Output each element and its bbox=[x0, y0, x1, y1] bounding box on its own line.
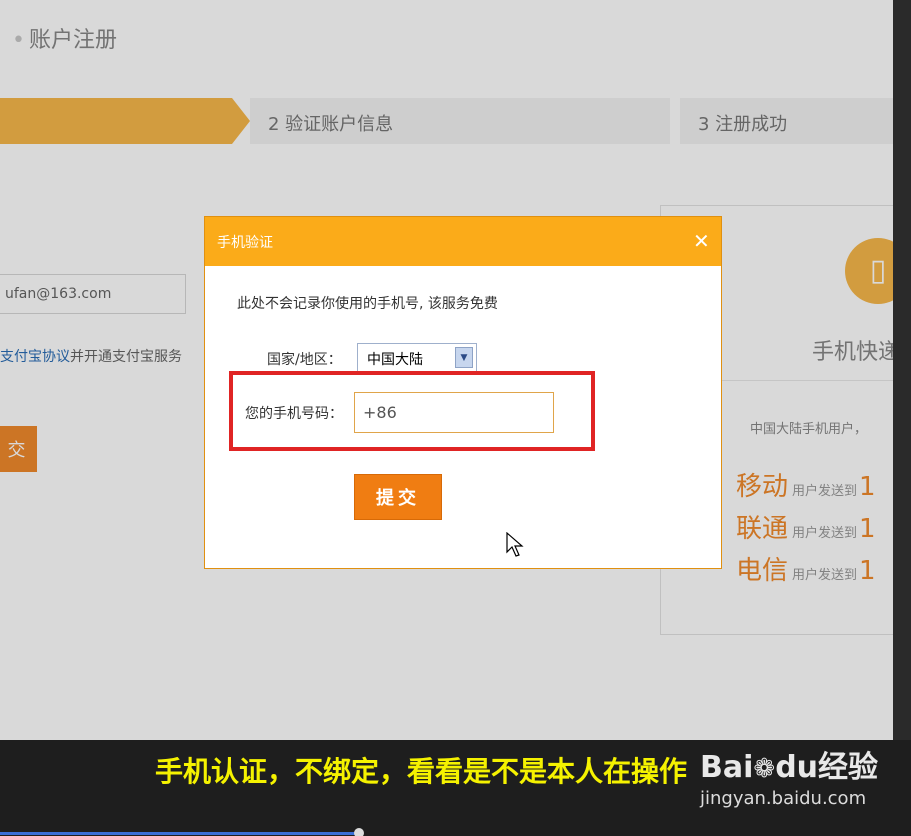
browser-viewport: • 账户注册 2 验证账户信息 3 注册成功 ufan@163.com 支付宝协议… bbox=[0, 0, 893, 740]
video-progress-bar[interactable] bbox=[0, 832, 360, 835]
phone-label: 您的手机号码： bbox=[245, 406, 343, 422]
mouse-cursor-icon bbox=[506, 532, 524, 557]
submit-button[interactable]: 提交 bbox=[354, 474, 442, 520]
baidu-logo: Bai❁du经验 bbox=[700, 750, 879, 785]
phone-number-input[interactable] bbox=[354, 392, 554, 433]
watermark-url: jingyan.baidu.com bbox=[700, 788, 867, 809]
progress-knob[interactable] bbox=[354, 828, 364, 836]
phone-verify-dialog: 手机验证 ✕ 此处不会记录你使用的手机号, 该服务免费 国家/地区： 中国大陆 … bbox=[204, 216, 722, 569]
country-select[interactable]: 中国大陆 ▼ bbox=[357, 343, 477, 372]
dialog-info-text: 此处不会记录你使用的手机号, 该服务免费 bbox=[237, 296, 498, 312]
country-label: 国家/地区： bbox=[267, 352, 342, 368]
scrollbar-area bbox=[893, 0, 911, 740]
chevron-down-icon: ▼ bbox=[455, 347, 473, 368]
baidu-jingyan-watermark: Bai❁du经验 jingyan.baidu.com bbox=[700, 742, 878, 809]
video-subtitle: 手机认证，不绑定，看看是不是本人在操作 bbox=[155, 755, 688, 788]
close-icon[interactable]: ✕ bbox=[693, 229, 710, 253]
paw-icon: ❁ bbox=[753, 754, 776, 784]
country-value: 中国大陆 bbox=[367, 352, 423, 368]
dialog-title: 手机验证 bbox=[217, 235, 273, 251]
dialog-header: 手机验证 ✕ bbox=[205, 217, 721, 266]
